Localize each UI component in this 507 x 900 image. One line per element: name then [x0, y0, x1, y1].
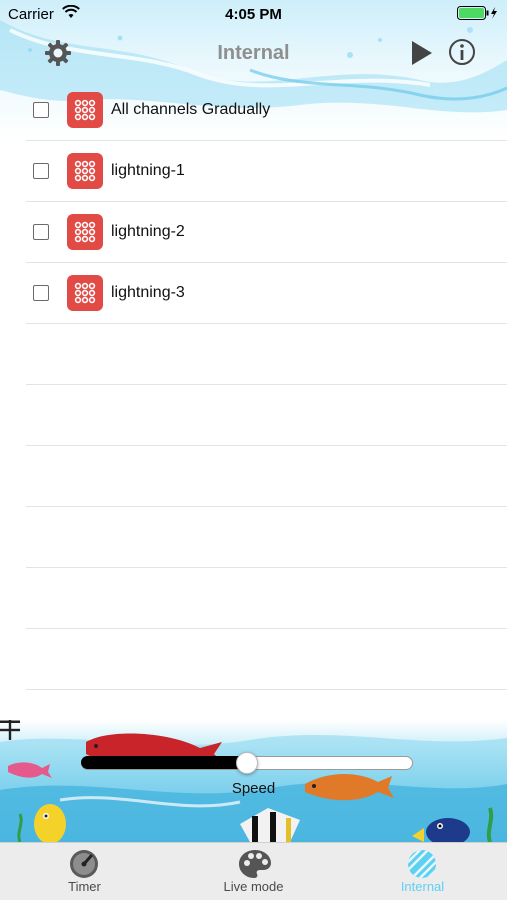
item-checkbox[interactable]	[33, 285, 49, 301]
info-icon[interactable]	[448, 38, 476, 66]
item-checkbox[interactable]	[33, 102, 49, 118]
tab-timer[interactable]: Timer	[0, 843, 169, 900]
row-divider	[26, 323, 507, 324]
palette-icon	[239, 850, 271, 878]
list-item[interactable]: lightning-2	[0, 202, 507, 263]
row-divider	[26, 445, 507, 446]
item-label: lightning-2	[111, 223, 185, 240]
row-divider	[26, 506, 507, 507]
item-label: All channels Gradually	[111, 101, 271, 118]
play-icon[interactable]	[410, 40, 434, 66]
tab-bar: Timer Live mode Internal	[0, 842, 507, 900]
battery-charging-icon	[457, 6, 497, 20]
row-divider	[26, 628, 507, 629]
aquarium-banner: Speed	[0, 720, 507, 842]
item-checkbox[interactable]	[33, 224, 49, 240]
tab-label: Live mode	[223, 879, 284, 894]
tab-label: Timer	[68, 879, 101, 894]
nav-bar: Internal	[0, 30, 507, 76]
list-item[interactable]: All channels Gradually	[0, 80, 507, 141]
speed-slider-fill	[81, 756, 248, 769]
list-item[interactable]: lightning-1	[0, 141, 507, 202]
list-item[interactable]: lightning-3	[0, 263, 507, 324]
row-divider	[26, 384, 507, 385]
plus-icon[interactable]	[0, 720, 20, 740]
tab-live-mode[interactable]: Live mode	[169, 843, 338, 900]
dots-grid-icon	[67, 153, 103, 189]
dots-grid-icon	[67, 275, 103, 311]
tab-label: Internal	[400, 879, 445, 894]
tab-internal[interactable]: Internal	[338, 843, 507, 900]
status-bar: Carrier 4:05 PM	[0, 0, 507, 28]
status-time: 4:05 PM	[225, 6, 282, 23]
speed-slider-thumb[interactable]	[236, 752, 258, 774]
dots-grid-icon	[67, 92, 103, 128]
item-label: lightning-1	[111, 162, 185, 179]
row-divider	[26, 689, 507, 690]
speed-label: Speed	[231, 780, 276, 797]
item-checkbox[interactable]	[33, 163, 49, 179]
striped-circle-icon	[408, 850, 436, 878]
gauge-icon	[70, 850, 98, 878]
row-divider	[26, 567, 507, 568]
item-label: lightning-3	[111, 284, 185, 301]
dots-grid-icon	[67, 214, 103, 250]
